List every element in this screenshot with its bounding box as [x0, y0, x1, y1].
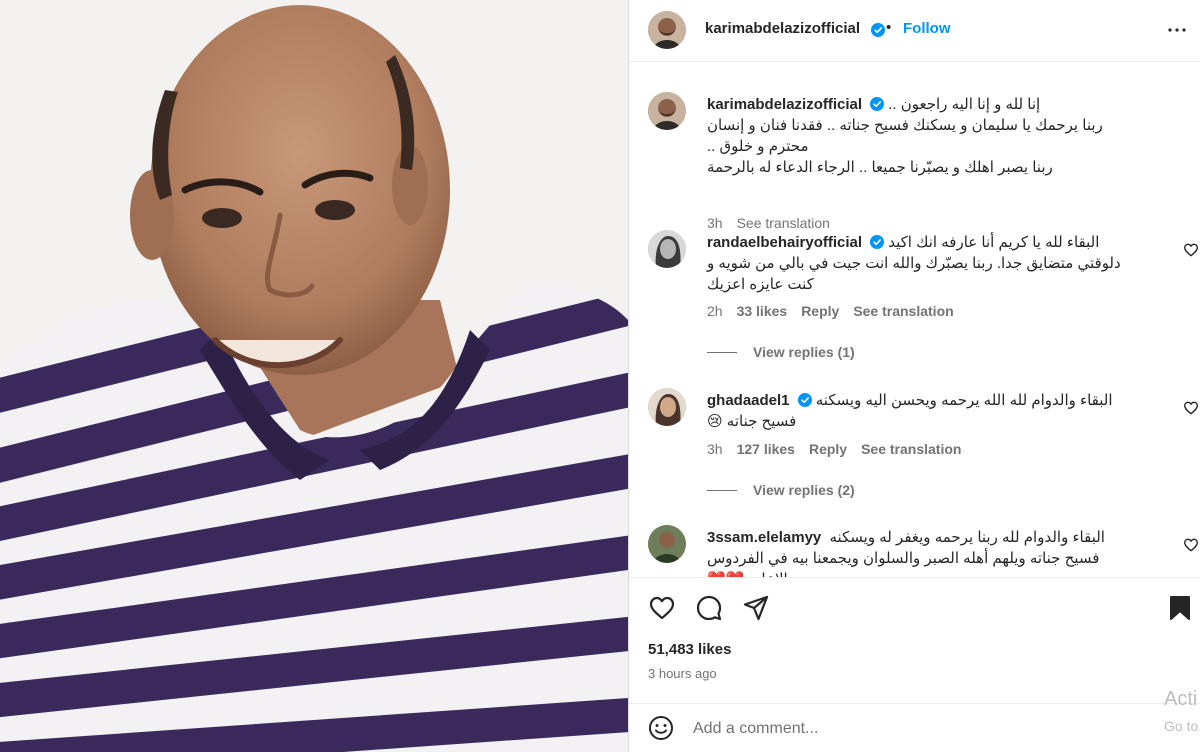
comment-time: 3h	[707, 441, 723, 457]
post-details-panel: karimabdelazizofficial • Follow karimabd…	[628, 0, 1200, 752]
comment-likes[interactable]: 33 likes	[737, 303, 788, 319]
comment-text-block: ghadaadel1 البقاء والدوام لله الله يرحمه…	[707, 390, 1137, 432]
post-photo	[0, 0, 628, 752]
smiley-icon[interactable]	[648, 715, 674, 741]
comment-text-block: randaelbehairyofficial البقاء لله يا كري…	[707, 232, 1137, 295]
author-username[interactable]: karimabdelazizofficial	[705, 20, 860, 37]
caption-line-3: ربنا يصبر اهلك و يصبّرنا جميعا .. الرجاء…	[707, 159, 1053, 176]
comment-username[interactable]: 3ssam.elelamyy	[707, 529, 821, 546]
verified-badge-icon	[870, 235, 885, 249]
commenter-avatar[interactable]	[648, 525, 686, 563]
view-replies-label: View replies (1)	[753, 344, 855, 360]
activation-watermark: Acti	[1164, 688, 1198, 710]
replies-divider	[707, 351, 737, 353]
reply-button[interactable]: Reply	[801, 303, 839, 319]
verified-badge-icon	[867, 22, 885, 40]
reply-button[interactable]: Reply	[809, 441, 847, 457]
comment-username[interactable]: ghadaadel1	[707, 392, 790, 409]
view-replies-button[interactable]: View replies (2)	[707, 482, 855, 498]
comments-list[interactable]: karimabdelazizofficial إنا لله و إنا الي…	[629, 62, 1200, 577]
commenter-avatar[interactable]	[648, 388, 686, 426]
avatar-image	[648, 230, 686, 268]
see-translation-link[interactable]: See translation	[861, 441, 961, 457]
post-actions: 51,483 likes 3 hours ago	[629, 577, 1200, 703]
caption-see-translation[interactable]: See translation	[737, 215, 830, 231]
caption-text-block: karimabdelazizofficial إنا لله و إنا الي…	[707, 94, 1137, 178]
caption-time: 3h	[707, 215, 723, 231]
see-translation-link[interactable]: See translation	[853, 303, 953, 319]
portrait-image	[0, 0, 628, 752]
activation-watermark-sub: Go to	[1164, 718, 1199, 734]
caption-line-2: ربنا يرحمك يا سليمان و يسكنك فسيح جناته …	[707, 117, 1103, 155]
like-count[interactable]: 51,483 likes	[648, 641, 731, 658]
heart-icon[interactable]	[648, 594, 676, 622]
comment-username[interactable]: randaelbehairyofficial	[707, 234, 862, 251]
comment-like-icon[interactable]	[1183, 400, 1199, 416]
caption-author-avatar[interactable]	[648, 92, 686, 130]
author-avatar[interactable]	[648, 11, 686, 49]
comment-meta: 3h 127 likes Reply See translation	[707, 441, 961, 457]
avatar-image	[648, 525, 686, 563]
verified-badge-icon	[870, 97, 885, 111]
comment-likes[interactable]: 127 likes	[737, 441, 795, 457]
comment-time: 2h	[707, 303, 723, 319]
comment-like-icon[interactable]	[1183, 537, 1199, 553]
comment-meta: 2h 33 likes Reply See translation	[707, 303, 954, 319]
replies-divider	[707, 489, 737, 491]
add-comment-bar	[629, 703, 1200, 752]
comment-input[interactable]	[693, 716, 1133, 742]
comment-bubble-icon[interactable]	[695, 594, 723, 622]
post-timestamp: 3 hours ago	[648, 666, 717, 681]
caption-line-1: إنا لله و إنا اليه راجعون ..	[888, 96, 1041, 113]
comment-text-block: 3ssam.elelamyy البقاء والدوام لله ربنا ي…	[707, 527, 1137, 577]
post-header: karimabdelazizofficial • Follow	[629, 0, 1200, 62]
view-replies-button[interactable]: View replies (1)	[707, 344, 855, 360]
follow-button[interactable]: Follow	[903, 20, 951, 37]
view-replies-label: View replies (2)	[753, 482, 855, 498]
avatar-image	[648, 388, 686, 426]
commenter-avatar[interactable]	[648, 230, 686, 268]
bookmark-icon[interactable]	[1166, 594, 1194, 622]
caption-meta: 3h See translation	[707, 215, 830, 231]
separator-dot: •	[886, 19, 892, 36]
more-options-icon[interactable]	[1165, 18, 1189, 42]
avatar-image	[648, 11, 686, 49]
verified-badge-icon	[797, 393, 812, 407]
caption-username[interactable]: karimabdelazizofficial	[707, 96, 862, 113]
paper-plane-icon[interactable]	[742, 594, 770, 622]
avatar-image	[648, 92, 686, 130]
comment-like-icon[interactable]	[1183, 242, 1199, 258]
